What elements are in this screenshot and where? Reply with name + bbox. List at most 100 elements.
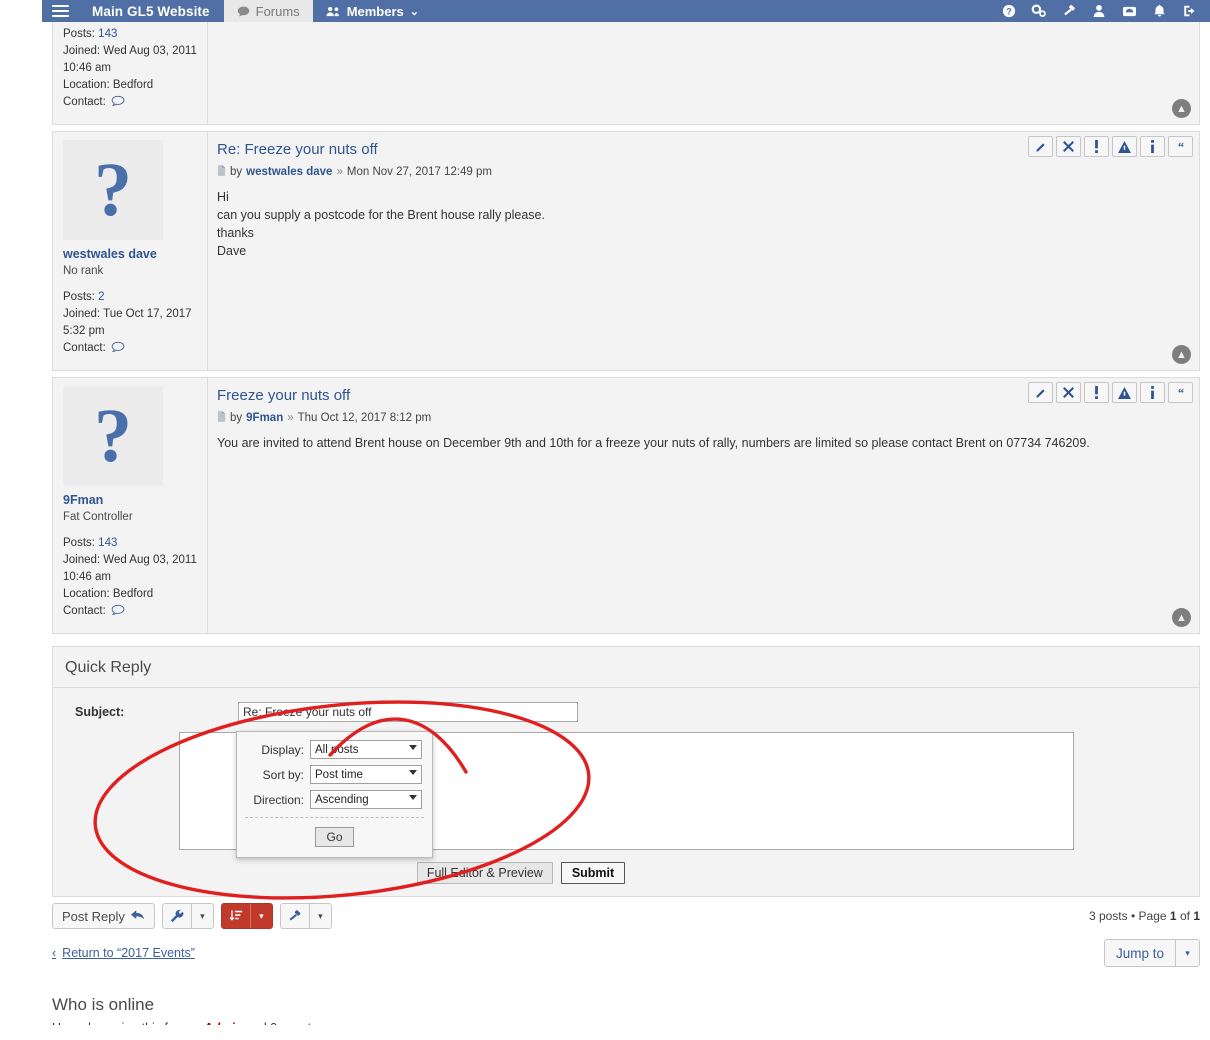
topic-tools-dropdown[interactable]: ▾ xyxy=(161,903,214,929)
jump-to-label[interactable]: Jump to xyxy=(1105,940,1175,966)
info-icon[interactable] xyxy=(1140,136,1165,157)
avatar[interactable]: ? xyxy=(63,140,163,240)
scroll-to-top-icon[interactable]: ▲ xyxy=(1172,608,1191,627)
go-button[interactable]: Go xyxy=(315,827,354,847)
post-body: ▲ xyxy=(208,22,1199,124)
hamburger-icon[interactable] xyxy=(42,0,78,22)
post-text-line: can you supply a postcode for the Brent … xyxy=(217,208,545,222)
gears-icon[interactable] xyxy=(1024,0,1054,22)
display-label: Display: xyxy=(261,742,304,757)
chevron-down-icon[interactable]: ▾ xyxy=(308,904,331,928)
chevron-down-icon[interactable]: ▾ xyxy=(249,904,272,928)
sort-by-select-value: Post time xyxy=(315,768,363,781)
pagination-info: 3 posts • Page 1 of 1 xyxy=(1089,909,1200,923)
info-icon[interactable] xyxy=(1140,382,1165,403)
submit-button[interactable]: Submit xyxy=(560,862,626,884)
direction-option-row: Direction: Ascending xyxy=(247,790,422,809)
site-title[interactable]: Main GL5 Website xyxy=(78,0,224,22)
display-options-panel[interactable]: Display: All posts Sort by: Post time Di… xyxy=(236,731,433,858)
speech-bubble-icon[interactable] xyxy=(111,341,125,360)
post-item: ? 9Fman Fat Controller Posts: 143 Joined… xyxy=(52,377,1200,634)
delete-icon[interactable] xyxy=(1056,136,1081,157)
profile-location: Location: Bedford xyxy=(63,77,197,94)
chevron-down-icon: ⌄ xyxy=(409,5,419,18)
profile-posts: Posts: 143 xyxy=(63,535,197,552)
inbox-icon[interactable] xyxy=(1114,0,1144,22)
help-icon[interactable]: ? xyxy=(994,0,1024,22)
subject-input[interactable] xyxy=(238,702,578,722)
post-author-name[interactable]: 9Fman xyxy=(246,412,283,424)
profile-posts-value: 143 xyxy=(98,28,118,40)
scroll-to-top-icon[interactable]: ▲ xyxy=(1172,345,1191,364)
delete-icon[interactable] xyxy=(1056,382,1081,403)
edit-icon[interactable] xyxy=(1028,382,1053,403)
warn-icon[interactable] xyxy=(1112,136,1137,157)
quick-reply-panel: Quick Reply Subject: Full Editor & Previ… xyxy=(52,646,1200,897)
profile-posts-value: 143 xyxy=(98,537,118,549)
post-list: Posts: 143 Joined: Wed Aug 03, 2011 10:4… xyxy=(42,22,1210,634)
post-author-profile: Posts: 143 Joined: Wed Aug 03, 2011 10:4… xyxy=(53,22,208,124)
profile-username[interactable]: westwales dave xyxy=(63,246,197,263)
profile-posts-label: Posts: xyxy=(63,537,95,549)
tab-members[interactable]: Members ⌄ xyxy=(313,0,432,22)
edit-icon[interactable] xyxy=(1028,136,1053,157)
post-meta: by westwales dave » Mon Nov 27, 2017 12:… xyxy=(217,165,1187,179)
sort-descending-icon[interactable] xyxy=(222,904,250,928)
avatar[interactable]: ? xyxy=(63,386,163,486)
gavel-icon[interactable] xyxy=(1054,0,1084,22)
report-icon[interactable] xyxy=(1084,136,1109,157)
chevron-down-icon[interactable]: ▾ xyxy=(190,904,213,928)
post-reply-button[interactable]: Post Reply xyxy=(52,903,155,929)
post-item-partial: Posts: 143 Joined: Wed Aug 03, 2011 10:4… xyxy=(52,22,1200,125)
pagination-post-count: 3 posts xyxy=(1088,909,1128,923)
bell-icon[interactable] xyxy=(1144,0,1174,22)
quote-icon[interactable]: “ xyxy=(1168,382,1193,403)
profile-rank: No rank xyxy=(63,265,104,277)
chevron-down-icon[interactable]: ▾ xyxy=(1175,940,1199,966)
divider xyxy=(245,817,424,818)
speech-bubble-icon[interactable] xyxy=(111,604,125,623)
post-action-buttons: “ xyxy=(1028,382,1193,403)
tab-forums-label: Forums xyxy=(255,3,300,19)
profile-location-label: Location: xyxy=(63,79,110,91)
main-content: Posts: 143 Joined: Wed Aug 03, 2011 10:4… xyxy=(42,22,1210,1040)
post-date: Thu Oct 12, 2017 8:12 pm xyxy=(297,412,432,424)
warn-icon[interactable] xyxy=(1112,382,1137,403)
display-select[interactable]: All posts xyxy=(310,740,422,759)
gavel-icon[interactable] xyxy=(281,904,309,928)
moderation-tools-dropdown[interactable]: ▾ xyxy=(279,903,332,929)
direction-select[interactable]: Ascending xyxy=(310,790,422,809)
scroll-to-top-icon[interactable]: ▲ xyxy=(1172,99,1191,118)
jump-to-dropdown[interactable]: Jump to ▾ xyxy=(1103,939,1200,967)
post-text-line: Hi xyxy=(217,190,229,204)
return-to-forum-link[interactable]: ‹ Return to “2017 Events” xyxy=(52,946,195,960)
post-body: “ Re: Freeze your nuts off by westwales … xyxy=(208,132,1199,370)
avatar-placeholder-glyph: ? xyxy=(94,148,132,232)
full-editor-preview-button[interactable]: Full Editor & Preview xyxy=(416,862,553,884)
pagination-current-page: 1 xyxy=(1169,909,1177,923)
profile-contact-label: Contact: xyxy=(63,342,106,354)
profile-contact: Contact: xyxy=(63,340,197,360)
sort-by-select[interactable]: Post time xyxy=(310,765,422,784)
chevron-left-icon: ‹ xyxy=(52,946,57,960)
user-icon[interactable] xyxy=(1084,0,1114,22)
post-meta-separator: » xyxy=(287,412,294,424)
post-author-name[interactable]: westwales dave xyxy=(246,166,332,178)
profile-username[interactable]: 9Fman xyxy=(63,492,197,509)
tab-forums[interactable]: Forums xyxy=(223,0,313,22)
display-options-dropdown[interactable]: ▾ xyxy=(220,903,273,929)
pagination-of-word: of xyxy=(1179,909,1190,923)
logout-icon[interactable] xyxy=(1174,0,1204,22)
display-select-value: All posts xyxy=(315,743,359,756)
profile-joined: Joined: Tue Oct 17, 2017 5:32 pm xyxy=(63,306,197,340)
quote-icon[interactable]: “ xyxy=(1168,136,1193,157)
report-icon[interactable] xyxy=(1084,382,1109,403)
wrench-icon[interactable] xyxy=(163,904,191,928)
display-option-row: Display: All posts xyxy=(247,740,422,759)
profile-posts: Posts: 143 xyxy=(63,26,197,43)
tab-members-label: Members xyxy=(346,3,404,19)
post-meta-separator: » xyxy=(336,166,343,178)
svg-text:“: “ xyxy=(1177,387,1183,398)
speech-bubble-icon[interactable] xyxy=(111,95,125,114)
pagination-total-pages: 1 xyxy=(1193,909,1200,923)
